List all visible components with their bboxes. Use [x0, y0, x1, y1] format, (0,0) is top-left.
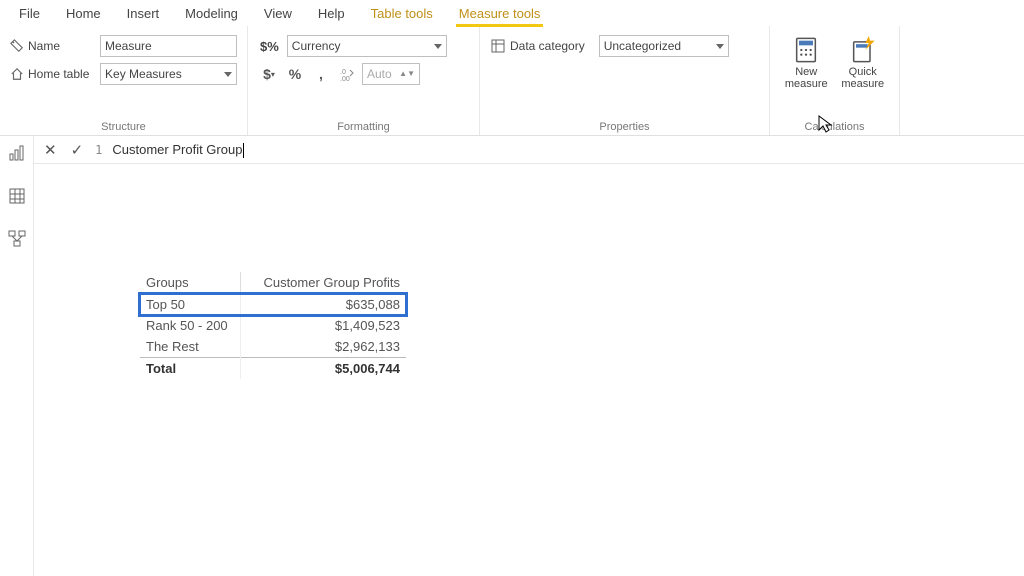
- group-calculations-label: Calculations: [780, 119, 889, 133]
- menu-view[interactable]: View: [251, 2, 305, 25]
- tag-icon: [10, 39, 24, 53]
- cancel-formula-button[interactable]: ✕: [42, 141, 59, 159]
- table-row[interactable]: Rank 50 - 200 $1,409,523: [140, 315, 406, 336]
- menu-bar: File Home Insert Modeling View Help Tabl…: [0, 0, 1024, 26]
- report-view-button[interactable]: [8, 144, 26, 167]
- chevron-down-icon: [434, 44, 442, 49]
- menu-help[interactable]: Help: [305, 2, 358, 25]
- data-category-value: Uncategorized: [604, 39, 681, 53]
- formula-line-number: 1: [95, 143, 102, 157]
- currency-button[interactable]: $▾: [258, 63, 280, 85]
- table-row[interactable]: The Rest $2,962,133: [140, 336, 406, 358]
- menu-table-tools[interactable]: Table tools: [358, 2, 446, 25]
- data-category-select[interactable]: Uncategorized: [599, 35, 729, 57]
- group-structure-label: Structure: [10, 119, 237, 133]
- commit-formula-button[interactable]: ✓: [69, 141, 86, 159]
- report-canvas[interactable]: Groups Customer Group Profits Top 50 $63…: [34, 164, 1024, 576]
- table-total-row: Total $5,006,744: [140, 358, 406, 380]
- ribbon: Name Measure Home table Key Measures Str…: [0, 26, 1024, 136]
- chevron-down-icon: [224, 72, 232, 77]
- name-input[interactable]: Measure: [100, 35, 237, 57]
- group-properties-label: Properties: [490, 119, 759, 133]
- chevron-down-icon: [716, 44, 724, 49]
- menu-modeling[interactable]: Modeling: [172, 2, 251, 25]
- col-groups[interactable]: Groups: [140, 272, 240, 294]
- menu-insert[interactable]: Insert: [114, 2, 173, 25]
- decimal-places-value: Auto: [367, 67, 392, 81]
- percent-button[interactable]: %: [284, 63, 306, 85]
- format-value: Currency: [292, 39, 341, 53]
- spinner-icon: ▲▼: [399, 71, 415, 77]
- home-table-label: Home table: [28, 67, 89, 81]
- decimal-places-input[interactable]: Auto ▲▼: [362, 63, 420, 85]
- new-measure-button[interactable]: Newmeasure: [780, 32, 833, 119]
- menu-measure-tools[interactable]: Measure tools: [446, 2, 554, 25]
- group-formatting-label: Formatting: [258, 119, 469, 133]
- data-view-button[interactable]: [8, 187, 26, 210]
- menu-home[interactable]: Home: [53, 2, 114, 25]
- formula-bar[interactable]: ✕ ✓ 1 Customer Profit Group: [34, 136, 1024, 164]
- table-row[interactable]: Top 50 $635,088: [140, 294, 406, 316]
- view-rail: [0, 136, 34, 576]
- col-profits[interactable]: Customer Group Profits: [240, 272, 406, 294]
- decimal-button[interactable]: .0.00: [336, 63, 358, 85]
- home-table-value: Key Measures: [105, 67, 182, 81]
- home-icon: [10, 67, 24, 81]
- calculator-icon: [792, 36, 820, 64]
- name-label: Name: [28, 39, 60, 53]
- svg-text:.0: .0: [340, 69, 346, 76]
- svg-text:.00: .00: [340, 76, 350, 82]
- table-visual[interactable]: Groups Customer Group Profits Top 50 $63…: [140, 272, 406, 379]
- model-view-button[interactable]: [8, 230, 26, 253]
- calculator-lightning-icon: [849, 36, 877, 64]
- data-category-label: Data category: [510, 39, 585, 53]
- data-category-icon: [490, 38, 506, 54]
- table-header-row: Groups Customer Group Profits: [140, 272, 406, 294]
- quick-measure-button[interactable]: Quickmeasure: [837, 32, 890, 119]
- formula-expression: Customer Profit Group: [112, 142, 244, 158]
- name-value: Measure: [105, 39, 152, 53]
- format-select[interactable]: Currency: [287, 35, 447, 57]
- comma-button[interactable]: ,: [310, 63, 332, 85]
- menu-file[interactable]: File: [6, 2, 53, 25]
- home-table-select[interactable]: Key Measures: [100, 63, 237, 85]
